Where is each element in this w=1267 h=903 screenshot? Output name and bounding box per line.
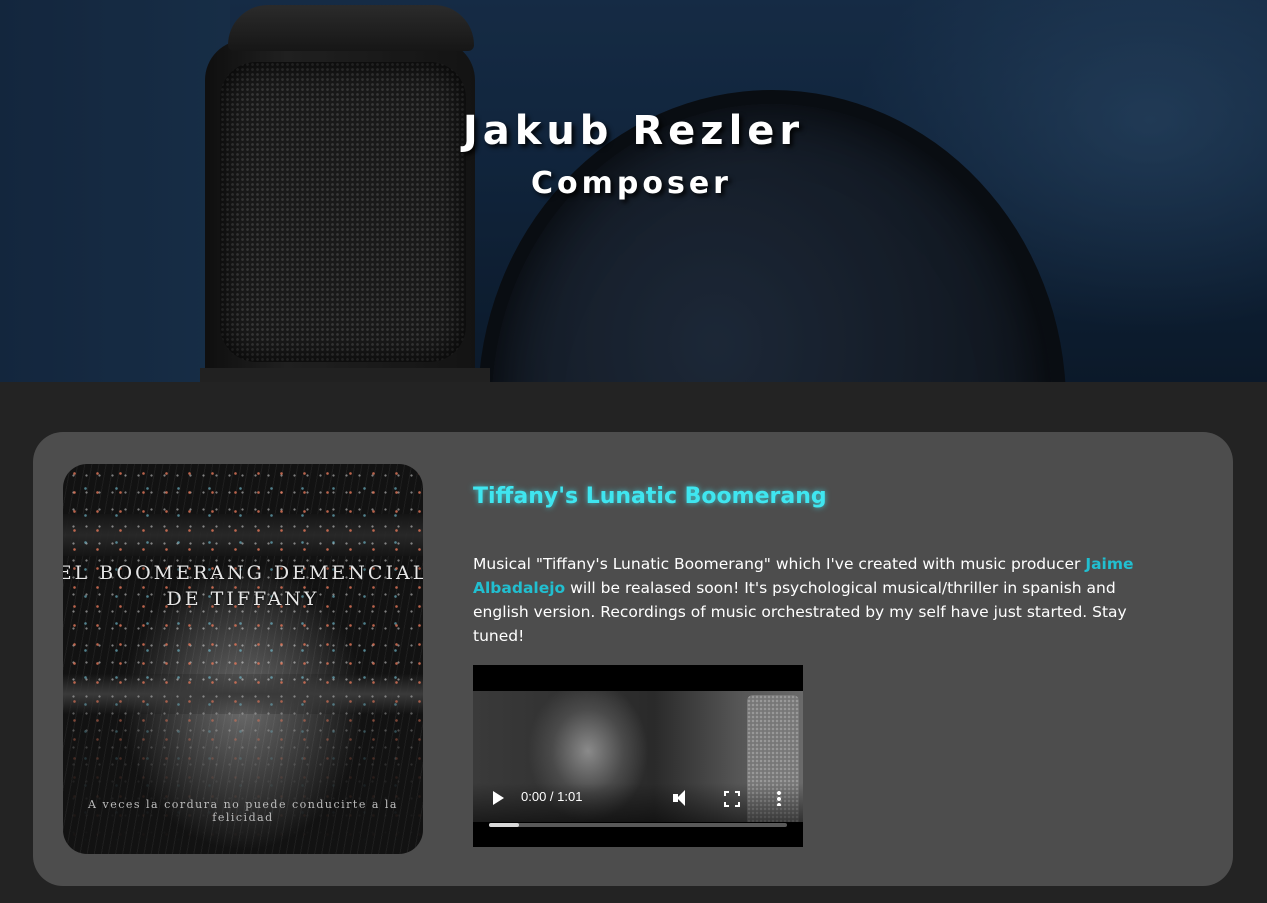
more-options-icon[interactable]	[777, 790, 781, 806]
cover-tagline: A veces la cordura no puede conducirte a…	[88, 798, 398, 824]
play-icon[interactable]	[493, 791, 504, 805]
project-description: Musical "Tiffany's Lunatic Boomerang" wh…	[473, 552, 1163, 648]
video-time: 0:00 / 1:01	[521, 789, 583, 804]
hero-subtitle: Composer	[531, 166, 732, 201]
volume-icon[interactable]	[673, 790, 693, 806]
cover-speckles	[63, 464, 423, 854]
video-progress-bar[interactable]	[489, 823, 787, 827]
video-buffered-fill	[489, 823, 519, 827]
description-text: Musical "Tiffany's Lunatic Boomerang" wh…	[473, 555, 1086, 573]
album-cover-image: EL BOOMERANG DEMENCIAL DE TIFFANY A vece…	[63, 464, 423, 854]
description-text-continued: will be realased soon! It's psychologica…	[473, 579, 1127, 645]
fullscreen-icon[interactable]	[724, 791, 740, 807]
project-card: EL BOOMERANG DEMENCIAL DE TIFFANY A vece…	[33, 432, 1233, 886]
hero-banner: Jakub Rezler Composer	[0, 0, 1267, 382]
video-player[interactable]: 0:00 / 1:01	[473, 665, 803, 847]
cover-title: EL BOOMERANG DEMENCIAL DE TIFFANY	[63, 562, 423, 610]
project-title: Tiffany's Lunatic Boomerang	[473, 484, 827, 509]
hero-title: Jakub Rezler	[462, 108, 805, 154]
